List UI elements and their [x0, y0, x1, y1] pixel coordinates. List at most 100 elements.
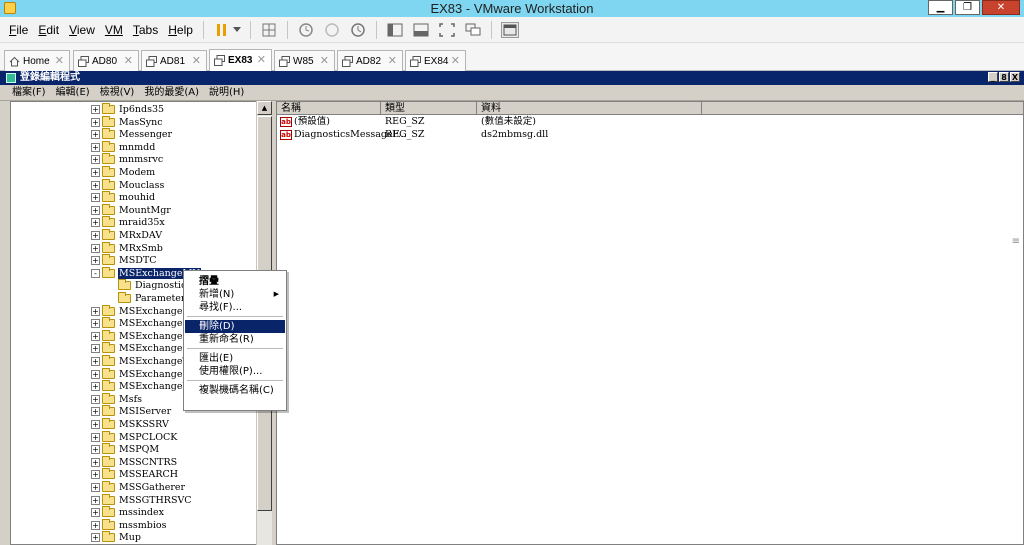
scroll-up-icon[interactable]: ▲: [257, 101, 272, 115]
console-view-icon[interactable]: [500, 21, 519, 38]
menu-file[interactable]: File: [4, 23, 33, 37]
context-menu-item[interactable]: 刪除(D): [185, 320, 285, 333]
multiple-monitors-icon[interactable]: [464, 22, 482, 38]
tree-node[interactable]: + mssindex: [91, 506, 165, 519]
tree-node[interactable]: + mnmsrvc: [91, 153, 164, 166]
expand-icon[interactable]: +: [91, 180, 100, 190]
tree-node[interactable]: + MSSCNTRS: [91, 455, 178, 469]
menu-help[interactable]: Help: [163, 23, 198, 37]
tree-node[interactable]: + MSSGTHRSVC: [91, 493, 193, 507]
tree-node[interactable]: + Msfs: [91, 392, 143, 406]
expand-icon[interactable]: +: [91, 420, 100, 429]
expand-icon[interactable]: +: [91, 394, 100, 404]
tab-ad80[interactable]: AD80 ✕: [73, 50, 139, 71]
context-menu-item[interactable]: 使用權限(P)...: [185, 365, 285, 378]
tree-node[interactable]: + MSIServer: [91, 405, 172, 418]
tab-ad81[interactable]: AD81 ✕: [141, 50, 207, 71]
tree-node[interactable]: Parameters: [107, 292, 191, 305]
expand-icon[interactable]: +: [91, 407, 100, 417]
tab-ex83[interactable]: EX83 ✕: [209, 49, 272, 71]
close-tab-icon[interactable]: ✕: [320, 54, 329, 67]
menu-view[interactable]: View: [64, 23, 100, 37]
snapshot-revert-icon[interactable]: [323, 22, 341, 38]
expand-icon[interactable]: +: [91, 495, 100, 505]
show-library-icon[interactable]: [386, 22, 404, 38]
expand-icon[interactable]: +: [91, 193, 100, 203]
tree-node[interactable]: + MountMgr: [91, 203, 172, 217]
expand-icon[interactable]: +: [91, 142, 100, 152]
context-menu-item[interactable]: 重新命名(R): [185, 333, 285, 346]
column-header-data[interactable]: 資料: [477, 102, 702, 115]
snapshot-take-icon[interactable]: [297, 22, 315, 38]
tree-node[interactable]: + Modem: [91, 166, 156, 179]
tab-ad82[interactable]: AD82 ✕: [337, 50, 403, 71]
column-header-type[interactable]: 類型: [381, 102, 477, 115]
expand-icon[interactable]: +: [91, 344, 100, 354]
expand-icon[interactable]: +: [91, 382, 100, 392]
context-menu-item[interactable]: 複製機碼名稱(C): [185, 384, 285, 397]
regedit-close-button[interactable]: X: [1010, 72, 1020, 82]
tree-node[interactable]: + mssmbios: [91, 518, 167, 532]
tree-node[interactable]: + MSDTC: [91, 254, 157, 267]
close-tab-icon[interactable]: ✕: [388, 54, 397, 67]
expand-icon[interactable]: +: [91, 130, 100, 140]
expand-icon[interactable]: +: [91, 155, 100, 165]
tree-node[interactable]: + MSSEARCH: [91, 468, 179, 481]
minimize-button[interactable]: ▁: [928, 0, 953, 15]
context-menu-item[interactable]: 新增(N) ▶: [185, 288, 285, 301]
tree-node[interactable]: + MSKSSRV: [91, 418, 170, 431]
snapshot-manager-icon[interactable]: [349, 22, 367, 38]
regedit-menu-favorites[interactable]: 我的最愛(A): [144, 85, 199, 100]
close-tab-icon[interactable]: ✕: [124, 54, 133, 67]
resize-grip-icon[interactable]: ≡: [1012, 236, 1020, 247]
context-menu-item[interactable]: 尋找(F)...: [185, 301, 285, 314]
menu-vm[interactable]: VM: [100, 23, 128, 37]
tree-node[interactable]: + Messenger: [91, 128, 173, 141]
regedit-maximize-button[interactable]: 8: [999, 72, 1009, 82]
collapse-icon[interactable]: -: [91, 268, 100, 278]
menu-tabs[interactable]: Tabs: [128, 23, 163, 37]
close-tab-icon[interactable]: ✕: [55, 54, 64, 67]
tree-node[interactable]: Diagnostics: [107, 279, 192, 292]
unity-icon[interactable]: [412, 22, 430, 38]
expand-icon[interactable]: +: [91, 470, 100, 480]
close-button[interactable]: ✕: [982, 0, 1020, 15]
tree-node[interactable]: + MSSGatherer: [91, 481, 186, 494]
tree-node[interactable]: + MSPCLOCK: [91, 430, 178, 444]
tree-node[interactable]: + MSPQM: [91, 443, 160, 456]
context-menu-item[interactable]: 摺疊: [185, 275, 285, 288]
tree-node[interactable]: + MSExchangeSA: [91, 317, 197, 330]
expand-icon[interactable]: +: [91, 205, 100, 215]
expand-icon[interactable]: +: [91, 231, 100, 240]
tree-node[interactable]: + mouhid: [91, 191, 156, 204]
dropdown-arrow-icon[interactable]: [232, 22, 241, 38]
registry-values-list[interactable]: 名稱 類型 資料 ab (預設值) REG_SZ (數值未設定) ab Diagno…: [276, 101, 1024, 545]
pause-icon[interactable]: [213, 22, 231, 38]
expand-icon[interactable]: +: [91, 445, 100, 455]
column-header-name[interactable]: 名稱: [277, 102, 381, 115]
menu-edit[interactable]: Edit: [33, 23, 64, 37]
full-screen-icon[interactable]: [438, 22, 456, 38]
regedit-menu-help[interactable]: 說明(H): [209, 85, 244, 100]
regedit-menu-file[interactable]: 檔案(F): [12, 85, 46, 100]
expand-icon[interactable]: +: [91, 520, 100, 530]
tree-node[interactable]: + Mup: [91, 531, 142, 544]
tree-node[interactable]: + MasSync: [91, 115, 164, 129]
expand-icon[interactable]: +: [91, 105, 100, 114]
expand-icon[interactable]: +: [91, 508, 100, 518]
tree-node[interactable]: + MRxSmb: [91, 241, 164, 255]
expand-icon[interactable]: +: [91, 218, 100, 228]
send-ctrl-alt-del-icon[interactable]: [260, 22, 278, 38]
expand-icon[interactable]: +: [91, 117, 100, 127]
close-tab-icon[interactable]: ✕: [451, 54, 460, 67]
expand-icon[interactable]: +: [91, 256, 100, 266]
expand-icon[interactable]: +: [91, 168, 100, 177]
tree-node[interactable]: + mraid35x: [91, 216, 166, 229]
expand-icon[interactable]: +: [91, 483, 100, 492]
tab-home[interactable]: Home ✕: [4, 50, 70, 71]
expand-icon[interactable]: +: [91, 432, 100, 442]
regedit-minimize-button[interactable]: _: [988, 72, 998, 82]
expand-icon[interactable]: +: [91, 319, 100, 329]
expand-icon[interactable]: +: [91, 331, 100, 341]
expand-icon[interactable]: +: [91, 369, 100, 379]
